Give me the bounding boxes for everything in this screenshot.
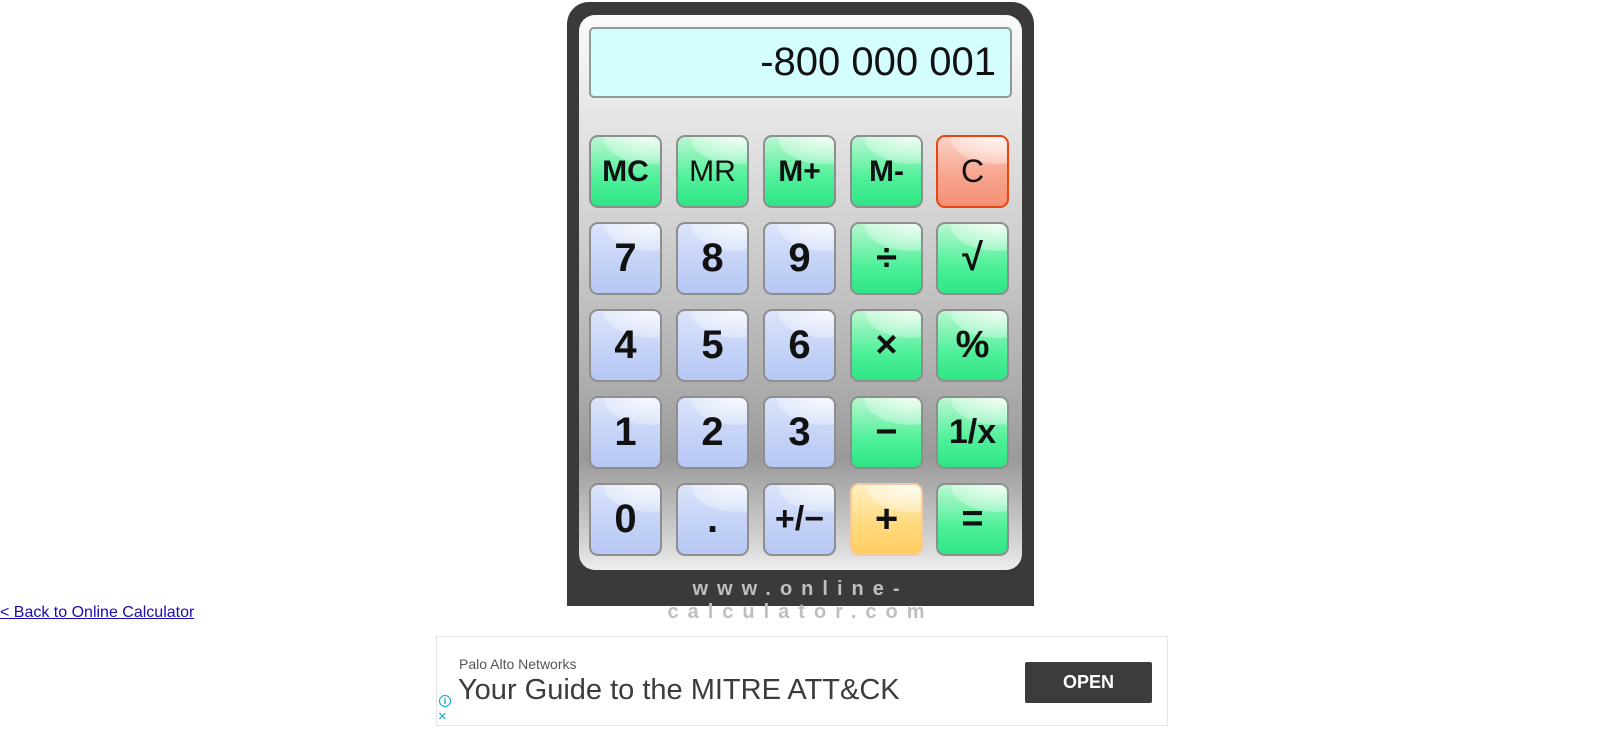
digit-6-button[interactable]: 6 (763, 309, 836, 382)
reciprocal-label: 1/x (948, 413, 997, 451)
percent-button[interactable]: % (936, 309, 1009, 382)
decimal-button[interactable]: . (676, 483, 749, 556)
calculator-face: -800 000 001 MC MR M+ M- C 7 8 9 ÷ √ 4 5… (579, 15, 1022, 570)
square-root-label: √ (962, 237, 983, 279)
calculator-brand: www.online-calculator.com (667, 578, 934, 623)
ad-sponsor: Palo Alto Networks (459, 656, 577, 672)
mc-label: MC (602, 154, 649, 188)
digit-8-button[interactable]: 8 (676, 222, 749, 295)
calculator-display: -800 000 001 (589, 27, 1012, 98)
ad-close-icon[interactable]: × (438, 709, 447, 724)
digit-0-button[interactable]: 0 (589, 483, 662, 556)
equals-label: = (961, 498, 984, 540)
digit-0-label: 0 (614, 497, 637, 541)
m-plus-label: M+ (778, 154, 821, 188)
digit-7-label: 7 (614, 236, 637, 280)
digit-2-label: 2 (701, 410, 724, 454)
m-plus-button[interactable]: M+ (763, 135, 836, 208)
multiply-label: × (875, 324, 898, 366)
ad-info-icon[interactable]: i (439, 695, 451, 707)
digit-7-button[interactable]: 7 (589, 222, 662, 295)
digit-2-button[interactable]: 2 (676, 396, 749, 469)
clear-label: C (960, 153, 985, 189)
square-root-button[interactable]: √ (936, 222, 1009, 295)
divide-label: ÷ (876, 237, 897, 279)
digit-1-label: 1 (614, 410, 637, 454)
digit-9-button[interactable]: 9 (763, 222, 836, 295)
mr-label: MR (689, 154, 736, 188)
digit-5-label: 5 (701, 323, 724, 367)
m-minus-label: M- (869, 154, 904, 188)
digit-1-button[interactable]: 1 (589, 396, 662, 469)
reciprocal-button[interactable]: 1/x (936, 396, 1009, 469)
ad-headline[interactable]: Your Guide to the MITRE ATT&CK (458, 674, 900, 707)
equals-button[interactable]: = (936, 483, 1009, 556)
mc-button[interactable]: MC (589, 135, 662, 208)
plus-minus-label: +/− (774, 500, 825, 538)
digit-8-label: 8 (701, 236, 724, 280)
digit-9-label: 9 (788, 236, 811, 280)
subtract-label: − (875, 411, 898, 453)
subtract-button[interactable]: − (850, 396, 923, 469)
digit-3-button[interactable]: 3 (763, 396, 836, 469)
multiply-button[interactable]: × (850, 309, 923, 382)
mr-button[interactable]: MR (676, 135, 749, 208)
digit-4-label: 4 (614, 323, 637, 367)
add-label: + (874, 497, 899, 541)
calculator: -800 000 001 MC MR M+ M- C 7 8 9 ÷ √ 4 5… (567, 2, 1034, 623)
digit-6-label: 6 (788, 323, 811, 367)
digit-3-label: 3 (788, 410, 811, 454)
decimal-label: . (706, 497, 719, 541)
m-minus-button[interactable]: M- (850, 135, 923, 208)
plus-minus-button[interactable]: +/− (763, 483, 836, 556)
clear-button[interactable]: C (936, 135, 1009, 208)
back-to-online-calculator-link[interactable]: < Back to Online Calculator (0, 604, 194, 622)
digit-5-button[interactable]: 5 (676, 309, 749, 382)
divide-button[interactable]: ÷ (850, 222, 923, 295)
digit-4-button[interactable]: 4 (589, 309, 662, 382)
ad-open-button[interactable]: OPEN (1025, 662, 1152, 703)
add-button[interactable]: + (850, 483, 923, 556)
percent-label: % (955, 324, 990, 366)
ad-banner[interactable]: Palo Alto Networks Your Guide to the MIT… (436, 636, 1168, 726)
